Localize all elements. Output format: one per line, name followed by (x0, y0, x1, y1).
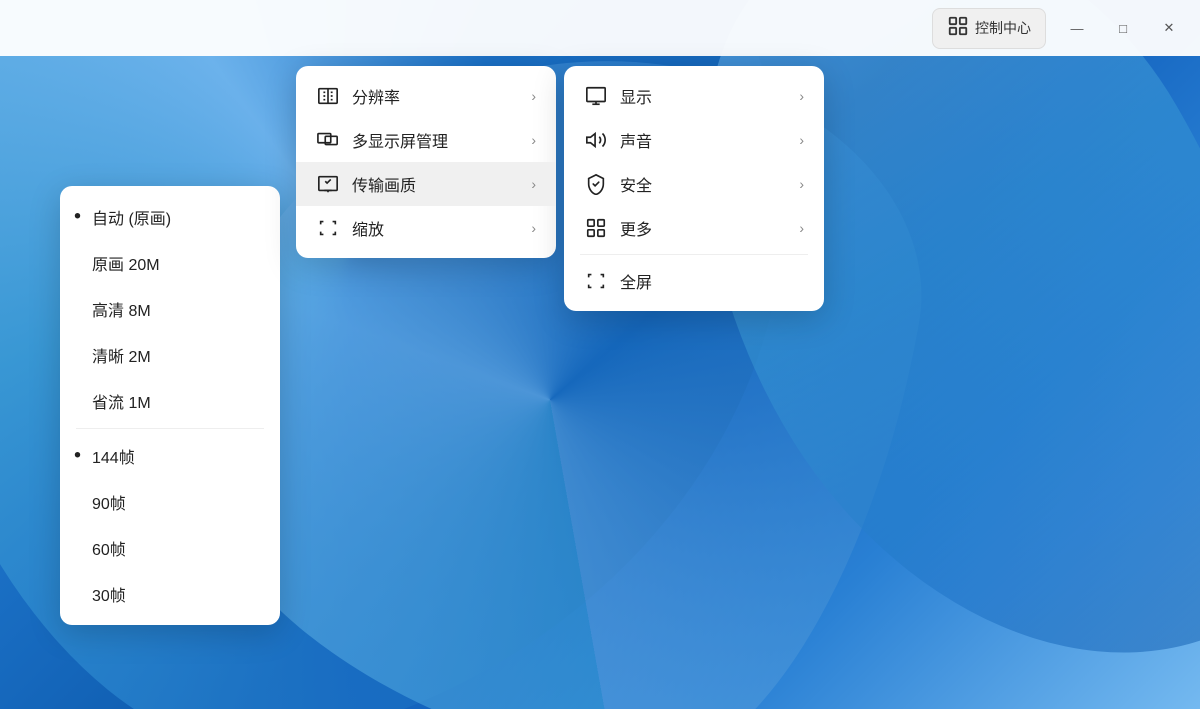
sound-arrow: › (799, 132, 804, 148)
display-arrow: › (799, 88, 804, 104)
minimize-button[interactable]: — (1054, 10, 1100, 46)
window-controls: — □ ✕ (1054, 10, 1192, 46)
quality-arrow: › (531, 176, 536, 192)
close-button[interactable]: ✕ (1146, 10, 1192, 46)
more-icon (584, 216, 608, 240)
fps-option-30[interactable]: 30帧 (60, 571, 280, 617)
security-arrow: › (799, 176, 804, 192)
menu-item-sound[interactable]: 声音 › (564, 118, 824, 162)
display-label: 显示 (620, 84, 787, 108)
multi-display-label: 多显示屏管理 (352, 128, 519, 152)
more-label: 更多 (620, 216, 787, 240)
menu-item-resolution[interactable]: 分辨率 › (296, 74, 556, 118)
fps-option-90[interactable]: 90帧 (60, 479, 280, 525)
sound-label: 声音 (620, 128, 787, 152)
zoom-icon (316, 216, 340, 240)
display-icon (584, 84, 608, 108)
quality-icon (316, 172, 340, 196)
menu-item-fullscreen[interactable]: 全屏 (564, 259, 824, 303)
multi-display-icon (316, 128, 340, 152)
menus-wrapper: 自动 (原画) 原画 20M 高清 8M 清晰 2M 省流 1M 144帧 90… (60, 66, 824, 625)
menu-item-quality[interactable]: 传输画质 › (296, 162, 556, 206)
multi-display-arrow: › (531, 132, 536, 148)
sound-icon (584, 128, 608, 152)
control-center-label: 控制中心 (975, 18, 1031, 38)
quality-option-clear-2m[interactable]: 清晰 2M (60, 332, 280, 378)
maximize-button[interactable]: □ (1100, 10, 1146, 46)
fullscreen-label: 全屏 (620, 269, 804, 293)
control-center-icon (947, 15, 969, 42)
fps-option-60[interactable]: 60帧 (60, 525, 280, 571)
menu-item-security[interactable]: 安全 › (564, 162, 824, 206)
fps-option-144[interactable]: 144帧 (60, 433, 280, 479)
quality-option-save-1m[interactable]: 省流 1M (60, 378, 280, 424)
quality-option-auto[interactable]: 自动 (原画) (60, 194, 280, 240)
zoom-label: 缩放 (352, 216, 519, 240)
menu-right: 显示 › 声音 › 安全 › (564, 66, 824, 311)
fullscreen-icon (584, 269, 608, 293)
quality-label: 传输画质 (352, 172, 519, 196)
control-center-button[interactable]: 控制中心 (932, 8, 1046, 49)
titlebar: 控制中心 — □ ✕ (0, 0, 1200, 56)
separator-1 (76, 428, 264, 429)
resolution-arrow: › (531, 88, 536, 104)
more-arrow: › (799, 220, 804, 236)
menu-item-zoom[interactable]: 缩放 › (296, 206, 556, 250)
menu-middle: 分辨率 › 多显示屏管理 › 传 (296, 66, 556, 258)
resolution-icon (316, 84, 340, 108)
separator-right (580, 254, 808, 255)
menu-item-display[interactable]: 显示 › (564, 74, 824, 118)
security-label: 安全 (620, 172, 787, 196)
resolution-label: 分辨率 (352, 84, 519, 108)
quality-option-original-20m[interactable]: 原画 20M (60, 240, 280, 286)
menu-item-more[interactable]: 更多 › (564, 206, 824, 250)
quality-option-hd-8m[interactable]: 高清 8M (60, 286, 280, 332)
security-icon (584, 172, 608, 196)
menu-item-multi-display[interactable]: 多显示屏管理 › (296, 118, 556, 162)
submenu-quality: 自动 (原画) 原画 20M 高清 8M 清晰 2M 省流 1M 144帧 90… (60, 186, 280, 625)
zoom-arrow: › (531, 220, 536, 236)
